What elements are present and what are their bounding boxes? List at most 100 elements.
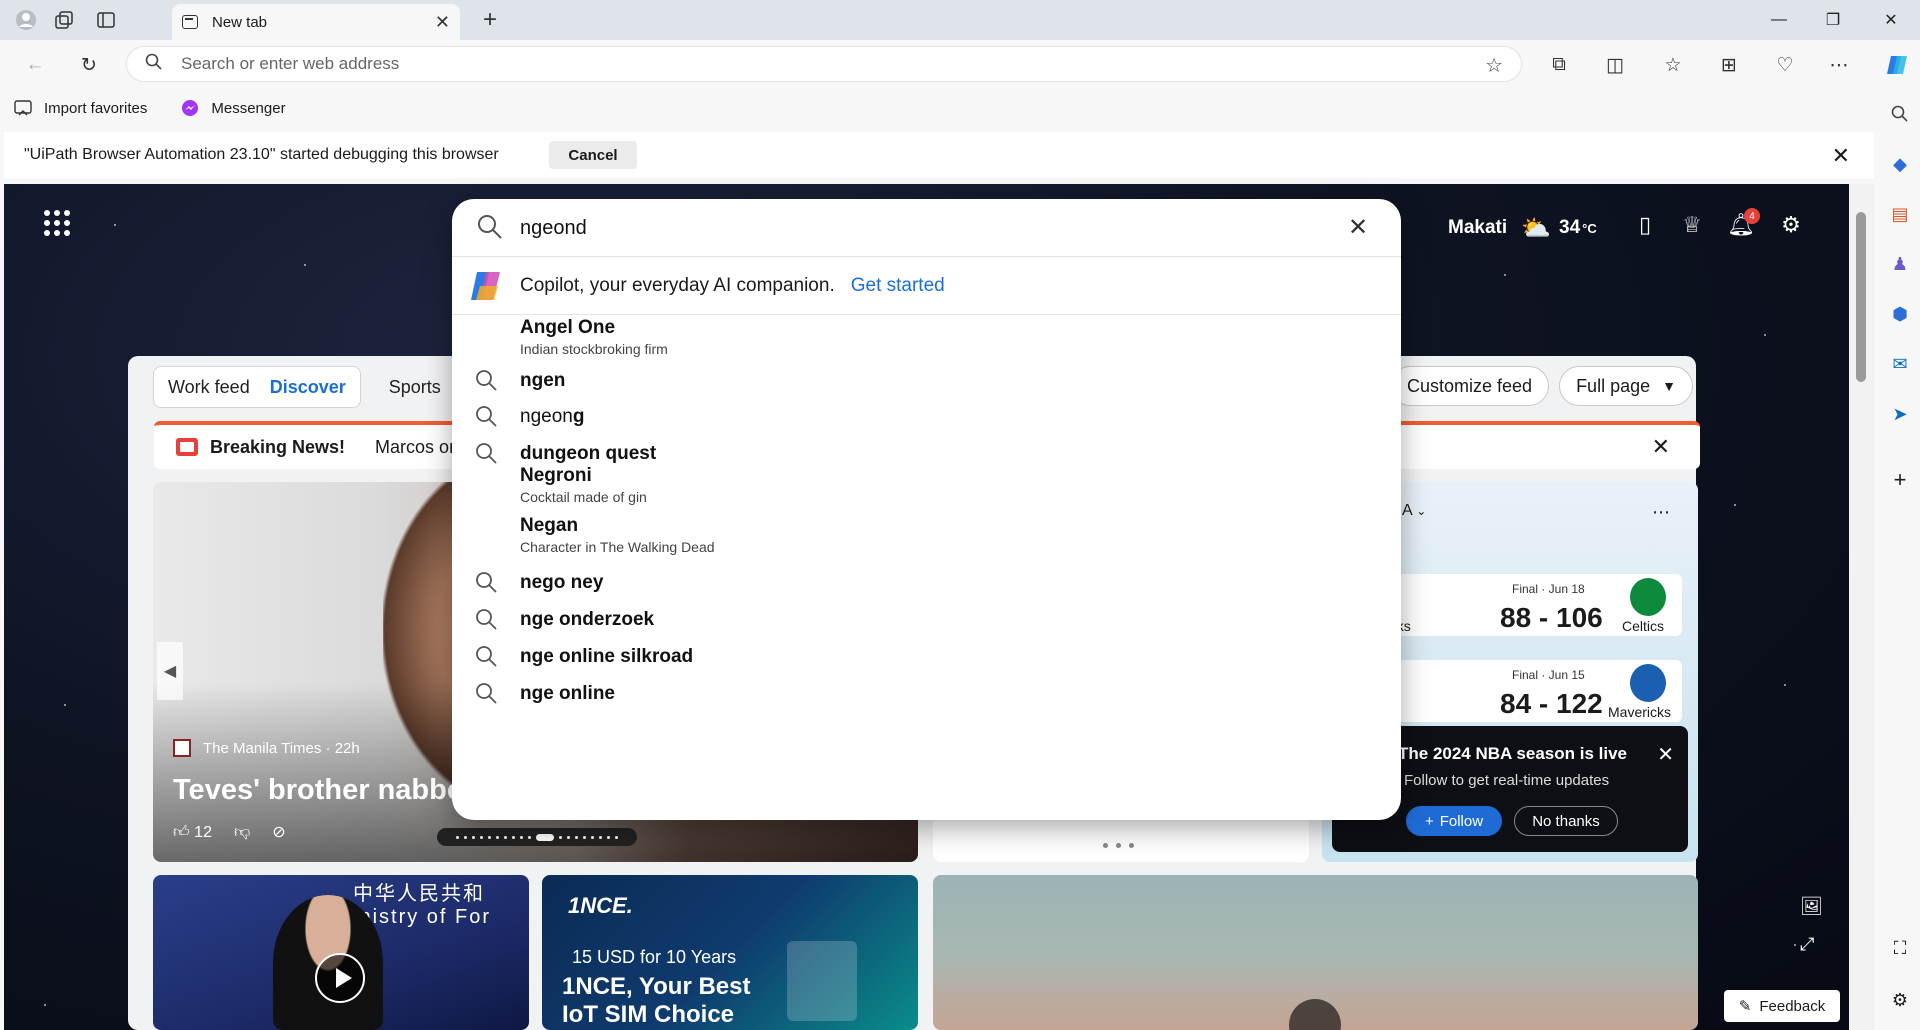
outlook-icon[interactable]: ✉ bbox=[1888, 352, 1912, 376]
suggestion-item[interactable]: Negan Character in The Walking Dead bbox=[452, 515, 1401, 559]
app-launcher-icon[interactable] bbox=[44, 210, 70, 236]
restore-icon[interactable]: ❐ bbox=[1810, 6, 1856, 34]
search-icon bbox=[474, 681, 500, 707]
notifications-icon[interactable]: 🔔︎ 4 bbox=[1726, 208, 1760, 240]
scrollbar-thumb[interactable] bbox=[1856, 212, 1866, 382]
tools-icon[interactable]: ▤ bbox=[1888, 202, 1912, 226]
cancel-debugging-button[interactable]: Cancel bbox=[549, 141, 637, 169]
tab-discover[interactable]: Discover bbox=[270, 377, 346, 398]
copilot-icon[interactable] bbox=[1884, 52, 1910, 78]
suggestion-text: Negroni bbox=[520, 465, 592, 487]
layout-dropdown[interactable]: Full page ▼ bbox=[1559, 366, 1693, 406]
favorite-import[interactable]: Import favorites bbox=[14, 100, 147, 117]
favorite-messenger[interactable]: Messenger bbox=[181, 100, 286, 117]
play-icon[interactable] bbox=[315, 953, 365, 1003]
suggestion-text: nego ney bbox=[520, 572, 603, 594]
suggestion-item[interactable]: nge onderzoek bbox=[452, 602, 1401, 638]
minimize-icon[interactable]: ― bbox=[1756, 6, 1802, 34]
suggestion-item[interactable]: ngen bbox=[452, 363, 1401, 399]
browser-essentials-icon[interactable]: ♡ bbox=[1772, 52, 1798, 78]
ad-logo: 1NCE. bbox=[568, 893, 633, 918]
split-screen-icon[interactable]: ◫ bbox=[1602, 52, 1628, 78]
suggestion-item[interactable]: nge online bbox=[452, 676, 1401, 712]
tab-title: New tab bbox=[212, 13, 268, 31]
back-icon[interactable]: ← bbox=[22, 52, 48, 78]
carousel-prev-icon[interactable]: ◀ bbox=[157, 642, 183, 700]
close-tab-icon[interactable]: ✕ bbox=[435, 12, 450, 33]
extensions-icon[interactable]: ⧉ bbox=[1546, 52, 1572, 78]
more-options-icon[interactable]: ⋯ bbox=[1826, 52, 1852, 78]
favorites-icon[interactable]: ☆ bbox=[1660, 52, 1686, 78]
game-row[interactable]: Final · Jun 18 88 - 106 ricks Celtics bbox=[1382, 574, 1682, 636]
tab-new-tab[interactable]: New tab ✕ bbox=[172, 4, 460, 40]
shopping-tag-icon[interactable]: ◆ bbox=[1888, 152, 1912, 176]
search-input[interactable] bbox=[520, 213, 1300, 243]
search-icon bbox=[474, 441, 500, 467]
more-options-icon[interactable]: ⋯ bbox=[1652, 502, 1670, 523]
carousel-dots[interactable] bbox=[437, 828, 637, 846]
ad-card[interactable]: 1NCE. 15 USD for 10 Years 1NCE, Your Bes… bbox=[542, 875, 918, 1030]
profile-icon[interactable] bbox=[14, 8, 38, 32]
card-image-text: 中华人民共和 inistry of For bbox=[353, 883, 492, 928]
suggestion-text: nge online silkroad bbox=[520, 646, 693, 668]
customize-feed-button[interactable]: Customize feed bbox=[1390, 366, 1550, 406]
food-video-card[interactable] bbox=[933, 875, 1698, 1030]
sidebar-search-icon[interactable] bbox=[1888, 102, 1912, 126]
close-breaking-news-icon[interactable]: ✕ bbox=[1652, 434, 1670, 460]
close-infobar-icon[interactable]: ✕ bbox=[1832, 143, 1850, 169]
collections-icon[interactable]: ⊞ bbox=[1716, 52, 1742, 78]
follow-label: Follow bbox=[1439, 812, 1484, 830]
suggestion-item[interactable]: nge online silkroad bbox=[452, 639, 1401, 675]
search-icon bbox=[474, 644, 500, 670]
sidebar-settings-icon[interactable]: ⚙ bbox=[1888, 988, 1912, 1012]
close-toast-icon[interactable]: ✕ bbox=[1657, 742, 1674, 767]
feedback-icon: ✎ bbox=[1738, 998, 1752, 1015]
middle-card-dots[interactable] bbox=[1103, 843, 1134, 848]
copilot-get-started-link[interactable]: Get started bbox=[851, 275, 945, 297]
layout-label: Full page bbox=[1576, 375, 1651, 396]
new-tab-icon[interactable]: + bbox=[478, 6, 502, 33]
mobile-icon[interactable]: ▯ bbox=[1630, 210, 1660, 240]
video-news-card[interactable]: 中华人民共和 inistry of For bbox=[153, 875, 529, 1030]
vertical-tabs-icon[interactable] bbox=[94, 8, 118, 32]
expand-icon[interactable]: ⤢ bbox=[1800, 934, 1814, 955]
favorite-star-icon[interactable]: ☆ bbox=[1485, 53, 1503, 78]
workspaces-icon[interactable] bbox=[52, 8, 76, 32]
refresh-icon[interactable]: ↻ bbox=[76, 52, 102, 78]
address-bar[interactable]: Search or enter web address ☆ bbox=[126, 46, 1522, 82]
drop-icon[interactable]: ➤ bbox=[1888, 402, 1912, 426]
suggestion-item[interactable]: nego ney bbox=[452, 565, 1401, 601]
suggestion-item[interactable]: Negroni Cocktail made of gin bbox=[452, 465, 1401, 509]
window-close-icon[interactable]: ✕ bbox=[1868, 6, 1914, 34]
feedback-button[interactable]: ✎ Feedback bbox=[1724, 990, 1840, 1022]
rewards-icon[interactable]: ♕ bbox=[1677, 210, 1707, 240]
tab-sports[interactable]: Sports bbox=[389, 377, 441, 398]
page-settings-icon[interactable]: ⚙ bbox=[1776, 210, 1806, 240]
clear-search-icon[interactable]: ✕ bbox=[1348, 213, 1368, 242]
background-image-icon[interactable]: 🖼︎ bbox=[1800, 896, 1823, 917]
tab-work-feed[interactable]: Work feed bbox=[168, 377, 250, 398]
game-meta: Final · Jun 15 bbox=[1512, 668, 1585, 682]
nba-header[interactable]: A ⌄ bbox=[1402, 502, 1426, 520]
toast-title: The 2024 NBA season is live bbox=[1398, 744, 1627, 763]
weather-widget[interactable]: Makati ⛅ 34 °C bbox=[1448, 210, 1597, 246]
microsoft-365-icon[interactable]: ⬢ bbox=[1888, 302, 1912, 326]
add-sidebar-app-icon[interactable]: + bbox=[1888, 467, 1912, 492]
suggestion-item[interactable]: Angel One Indian stockbroking firm bbox=[452, 317, 1401, 361]
no-thanks-button[interactable]: No thanks bbox=[1514, 806, 1618, 836]
suggestion-bold: Negroni bbox=[520, 465, 592, 486]
copilot-suggestion[interactable]: Copilot, your everyday AI companion. Get… bbox=[452, 257, 1401, 315]
hero-actions: 👍︎ 12 👎︎ ⊘ bbox=[173, 822, 286, 842]
dislike-icon[interactable]: 👎︎ bbox=[234, 823, 250, 842]
suggestion-item[interactable]: ngeong bbox=[452, 399, 1401, 435]
screenshot-icon[interactable]: ⛶ bbox=[1888, 936, 1912, 960]
hide-story-icon[interactable]: ⊘ bbox=[272, 822, 285, 842]
follow-button[interactable]: + Follow bbox=[1406, 806, 1502, 836]
like-icon[interactable]: 👍︎ 12 bbox=[173, 823, 212, 842]
hero-headline[interactable]: Teves' brother nabbe bbox=[173, 774, 463, 807]
suggestion-bold: g bbox=[572, 406, 585, 427]
suggestion-subtitle: Cocktail made of gin bbox=[520, 489, 647, 505]
play-icon[interactable] bbox=[1289, 999, 1341, 1030]
games-icon[interactable]: ♟ bbox=[1888, 252, 1912, 276]
game-row[interactable]: Final · Jun 15 84 - 122 ics Mavericks bbox=[1382, 660, 1682, 722]
